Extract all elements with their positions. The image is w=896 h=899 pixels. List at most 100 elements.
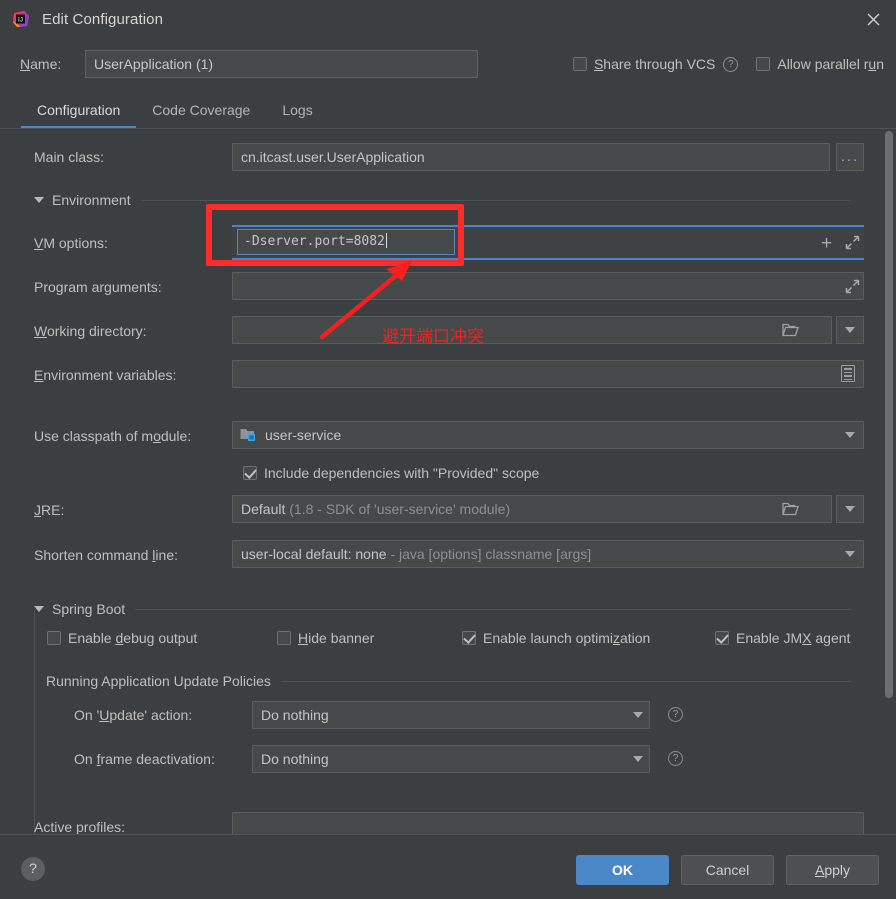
- section-rule: [280, 680, 850, 682]
- environment-section-header[interactable]: Environment: [34, 192, 864, 208]
- environment-variables-field[interactable]: [232, 360, 864, 388]
- spring-boot-section-header[interactable]: Spring Boot: [34, 601, 864, 617]
- checkbox-box: [572, 57, 587, 71]
- on-frame-deactivation-label: On frame deactivation:: [74, 751, 215, 767]
- working-directory-browse-icon[interactable]: [782, 323, 799, 337]
- scrollbar-thumb[interactable]: [885, 131, 893, 698]
- enable-debug-output-checkbox[interactable]: Enable debug output: [47, 630, 197, 646]
- environment-section-title: Environment: [52, 192, 131, 208]
- shorten-command-line-label: Shorten command line:: [34, 547, 178, 563]
- section-rule: [135, 608, 850, 610]
- checkbox-box: [47, 631, 61, 645]
- shorten-command-line-combo[interactable]: user-local default: none - java [options…: [232, 540, 864, 568]
- program-arguments-label: Program arguments:: [34, 279, 162, 295]
- chevron-down-icon: [633, 712, 643, 718]
- configuration-panel: Main class: cn.itcast.user.UserApplicati…: [0, 129, 896, 899]
- enable-jmx-agent-label: Enable JMX agent: [736, 630, 851, 646]
- on-update-action-help-icon[interactable]: ?: [668, 707, 683, 722]
- chevron-down-icon[interactable]: [845, 551, 855, 557]
- jre-value-hint: (1.8 - SDK of 'user-service' module): [289, 501, 511, 517]
- on-update-action-combo[interactable]: Do nothing: [252, 701, 650, 729]
- shorten-value: user-local default: none: [241, 546, 387, 562]
- environment-variables-edit-icon[interactable]: [841, 365, 855, 382]
- title-bar: IJ Edit Configuration: [0, 0, 896, 38]
- update-policies-section-header: Running Application Update Policies: [46, 673, 864, 689]
- text-caret: [385, 233, 387, 248]
- hide-banner-label: Hide banner: [298, 630, 375, 646]
- ok-button[interactable]: OK: [576, 855, 669, 885]
- jre-combo[interactable]: Default (1.8 - SDK of 'user-service' mod…: [232, 495, 832, 523]
- chevron-down-icon: [34, 197, 44, 203]
- tab-configuration[interactable]: Configuration: [21, 93, 137, 129]
- chevron-down-icon: [845, 327, 855, 333]
- window-title: Edit Configuration: [42, 10, 164, 28]
- enable-debug-output-label: Enable debug output: [68, 630, 198, 646]
- on-frame-deactivation-combo[interactable]: Do nothing: [252, 745, 650, 773]
- program-arguments-expand-icon[interactable]: [845, 279, 860, 294]
- help-button[interactable]: ?: [21, 857, 45, 881]
- svg-text:IJ: IJ: [18, 16, 23, 23]
- edit-configuration-dialog: IJ Edit Configuration Name: Share throug…: [0, 0, 896, 899]
- name-label: Name:: [20, 56, 62, 72]
- use-classpath-of-module-label: Use classpath of module:: [34, 428, 192, 444]
- checkbox-box: [756, 57, 771, 71]
- on-frame-deactivation-help-icon[interactable]: ?: [668, 751, 683, 766]
- main-class-label: Main class:: [34, 149, 105, 165]
- working-directory-field[interactable]: [232, 316, 832, 344]
- section-rule: [140, 199, 850, 201]
- environment-variables-label: Environment variables:: [34, 367, 177, 383]
- chevron-down-icon: [845, 506, 855, 512]
- checkbox-box: [243, 466, 257, 480]
- working-directory-label: Working directory:: [34, 323, 147, 339]
- main-class-browse-button[interactable]: ...: [836, 143, 864, 171]
- allow-parallel-run-label: Allow parallel run: [777, 56, 884, 72]
- tab-logs[interactable]: Logs: [266, 93, 328, 129]
- enable-launch-optimization-label: Enable launch optimization: [483, 630, 651, 646]
- name-input[interactable]: [85, 50, 478, 78]
- annotation-note: 避开端口冲突: [382, 327, 484, 347]
- chevron-down-icon: [633, 756, 643, 762]
- checkbox-box: [277, 631, 291, 645]
- checkbox-box: [462, 631, 476, 645]
- intellij-idea-icon: IJ: [12, 10, 30, 28]
- share-through-vcs-checkbox[interactable]: Share through VCS: [572, 56, 716, 72]
- chevron-down-icon[interactable]: [845, 432, 855, 438]
- share-vcs-help-icon[interactable]: ?: [723, 56, 739, 72]
- active-profiles-label: Active profiles:: [34, 819, 126, 835]
- jre-label: JRE:: [34, 502, 65, 518]
- share-through-vcs-label: Share through VCS: [593, 56, 716, 72]
- top-options: Share through VCS ? Allow parallel run: [563, 56, 884, 72]
- spring-boot-section-title: Spring Boot: [52, 601, 126, 617]
- on-frame-deactivation-value: Do nothing: [261, 751, 329, 767]
- cancel-button[interactable]: Cancel: [681, 855, 774, 885]
- vm-options-add-icon[interactable]: +: [821, 234, 832, 253]
- on-update-action-value: Do nothing: [261, 707, 329, 723]
- tab-bar: Configuration Code Coverage Logs: [0, 92, 896, 129]
- update-policies-title: Running Application Update Policies: [46, 673, 271, 689]
- allow-parallel-run-checkbox[interactable]: Allow parallel run: [756, 56, 884, 72]
- vm-options-label: VM options:: [34, 235, 108, 251]
- program-arguments-field[interactable]: [232, 272, 864, 300]
- enable-launch-optimization-checkbox[interactable]: Enable launch optimization: [462, 630, 650, 646]
- enable-jmx-agent-checkbox[interactable]: Enable JMX agent: [715, 630, 850, 646]
- ellipsis-icon: ...: [840, 148, 860, 165]
- jre-browse-icon[interactable]: [782, 502, 799, 516]
- vm-focus-line-bottom: [232, 258, 864, 260]
- tab-code-coverage[interactable]: Code Coverage: [136, 93, 266, 129]
- main-class-field[interactable]: cn.itcast.user.UserApplication: [232, 143, 830, 171]
- jre-value: Default: [241, 501, 286, 517]
- on-update-action-label: On 'Update' action:: [74, 707, 193, 723]
- vm-options-field[interactable]: -Dserver.port=8082: [237, 229, 455, 255]
- module-value: user-service: [265, 427, 342, 443]
- chevron-down-icon: [34, 606, 44, 612]
- vm-options-expand-icon[interactable]: [845, 235, 860, 250]
- hide-banner-checkbox[interactable]: Hide banner: [277, 630, 374, 646]
- vm-options-value: -Dserver.port=8082: [244, 234, 385, 249]
- include-provided-scope-label: Include dependencies with "Provided" sco…: [264, 465, 540, 481]
- close-icon[interactable]: [850, 0, 896, 38]
- use-classpath-of-module-combo[interactable]: user-service: [232, 421, 864, 449]
- apply-button[interactable]: Apply: [786, 855, 879, 885]
- dialog-button-bar: ? OK Cancel Apply: [0, 834, 896, 899]
- include-provided-scope-checkbox[interactable]: Include dependencies with "Provided" sco…: [243, 465, 539, 481]
- module-folder-icon: [240, 427, 257, 442]
